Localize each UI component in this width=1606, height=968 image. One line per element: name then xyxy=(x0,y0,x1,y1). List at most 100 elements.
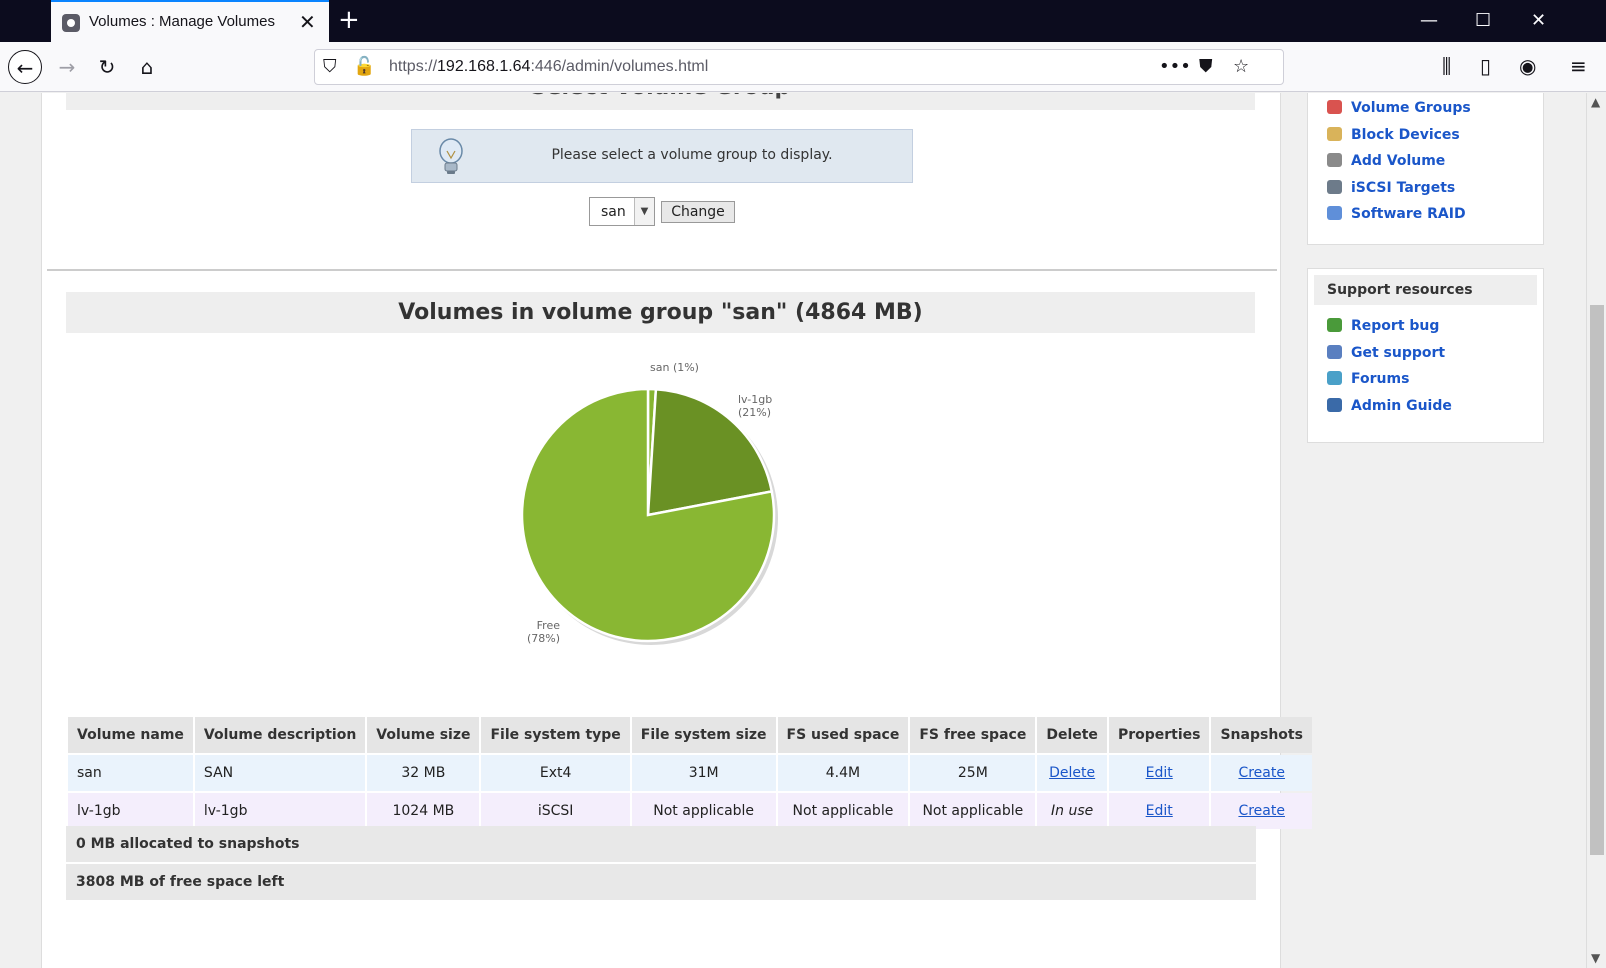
sidebar-item-block-devices[interactable]: Block Devices xyxy=(1327,127,1460,149)
sidebar-item-admin-guide[interactable]: Admin Guide xyxy=(1327,398,1452,420)
menu-icon[interactable]: ≡ xyxy=(1570,54,1587,78)
support-resources-box: Support resources Report bug Get support… xyxy=(1307,268,1544,443)
pocket-icon[interactable]: ⛊ xyxy=(1199,56,1213,77)
iscsi-targets-icon xyxy=(1327,180,1342,194)
delete-status: In use xyxy=(1037,793,1107,829)
column-header: Delete xyxy=(1037,717,1107,753)
tab-close-icon[interactable]: ✕ xyxy=(299,10,316,34)
delete-link[interactable]: Delete xyxy=(1049,765,1095,781)
table-row: lv-1gb lv-1gb 1024 MB iSCSI Not applicab… xyxy=(68,793,1312,829)
volumes-title: Volumes in volume group "san" (4864 MB) xyxy=(66,292,1255,333)
fs-used: Not applicable xyxy=(777,793,909,829)
volume-description: SAN xyxy=(194,755,366,791)
add-volume-icon xyxy=(1327,153,1342,167)
bug-icon xyxy=(1327,318,1342,332)
browser-tab[interactable]: Volumes : Manage Volumes ✕ xyxy=(51,0,329,42)
chevron-down-icon[interactable]: ▼ xyxy=(634,198,654,225)
column-header: FS used space xyxy=(777,717,909,753)
guide-icon xyxy=(1327,398,1342,412)
fs-free: Not applicable xyxy=(910,793,1036,829)
fs-type: iSCSI xyxy=(481,793,630,829)
account-icon[interactable]: ◉ xyxy=(1519,54,1536,78)
pie-label-free: Free (78%) xyxy=(527,619,560,645)
volumes-table: Volume name Volume description Volume si… xyxy=(66,715,1314,831)
snapshots-summary: 0 MB allocated to snapshots xyxy=(66,826,1256,862)
block-devices-icon xyxy=(1327,127,1342,141)
create-snapshot-link[interactable]: Create xyxy=(1238,803,1285,819)
url-text[interactable]: https://192.168.1.64:446/admin/volumes.h… xyxy=(389,58,708,76)
tab-title: Volumes : Manage Volumes xyxy=(89,13,275,30)
volume-size: 32 MB xyxy=(367,755,480,791)
main-panel: Select Volume Group Please select a volu… xyxy=(41,93,1312,968)
info-message: Please select a volume group to display. xyxy=(551,147,833,163)
reload-icon[interactable]: ↻ xyxy=(90,50,124,84)
create-snapshot-link[interactable]: Create xyxy=(1238,765,1285,781)
volume-name: san xyxy=(68,755,193,791)
fs-size: 31M xyxy=(631,755,776,791)
fs-free: 25M xyxy=(910,755,1036,791)
bookmark-star-icon[interactable]: ☆ xyxy=(1233,56,1249,77)
column-header: Snapshots xyxy=(1211,717,1312,753)
minimize-icon[interactable]: — xyxy=(1420,10,1438,31)
home-icon[interactable]: ⌂ xyxy=(130,50,164,84)
support-resources-title: Support resources xyxy=(1314,275,1537,305)
navigation-bar: ← → ↻ ⌂ ⛉ 🔓 https://192.168.1.64:446/adm… xyxy=(0,42,1606,92)
library-icon[interactable]: ⫼ xyxy=(1442,54,1451,78)
maximize-icon[interactable]: ☐ xyxy=(1475,10,1491,31)
shield-icon[interactable]: ⛉ xyxy=(323,56,337,77)
forums-icon xyxy=(1327,371,1342,385)
column-header: File system type xyxy=(481,717,630,753)
sidebar-item-iscsi-targets[interactable]: iSCSI Targets xyxy=(1327,180,1455,202)
volume-size: 1024 MB xyxy=(367,793,480,829)
page-scrollbar[interactable]: ▲ ▼ xyxy=(1586,93,1606,968)
page-content: Select Volume Group Please select a volu… xyxy=(0,93,1586,968)
new-tab-icon[interactable]: + xyxy=(338,5,360,35)
column-header: Properties xyxy=(1108,717,1210,753)
software-raid-icon xyxy=(1327,206,1342,220)
column-header: Volume size xyxy=(367,717,480,753)
column-header: FS free space xyxy=(910,717,1036,753)
properties-cell: Edit xyxy=(1108,793,1210,829)
column-header: Volume name xyxy=(68,717,193,753)
sidebar-item-software-raid[interactable]: Software RAID xyxy=(1327,206,1466,228)
fs-size: Not applicable xyxy=(631,793,776,829)
volumes-nav-box: Volume Groups Block Devices Add Volume i… xyxy=(1307,93,1544,245)
selected-group: san xyxy=(601,204,626,220)
edit-link[interactable]: Edit xyxy=(1146,803,1173,819)
scroll-up-icon[interactable]: ▲ xyxy=(1591,95,1600,109)
sidebar-item-get-support[interactable]: Get support xyxy=(1327,345,1445,367)
sidebar-toggle-icon[interactable]: ▯ xyxy=(1480,54,1491,78)
table-header-row: Volume name Volume description Volume si… xyxy=(68,717,1312,753)
sidebar-item-forums[interactable]: Forums xyxy=(1327,371,1409,393)
properties-cell: Edit xyxy=(1108,755,1210,791)
snapshots-cell: Create xyxy=(1211,793,1312,829)
edit-link[interactable]: Edit xyxy=(1146,765,1173,781)
window-close-icon[interactable]: ✕ xyxy=(1531,10,1546,31)
pie-label-san: san (1%) xyxy=(650,361,699,374)
change-button[interactable]: Change xyxy=(661,201,735,223)
support-icon xyxy=(1327,345,1342,359)
url-bar[interactable]: ⛉ 🔓 https://192.168.1.64:446/admin/volum… xyxy=(314,49,1284,85)
free-space-summary: 3808 MB of free space left xyxy=(66,864,1256,900)
delete-cell: Delete xyxy=(1037,755,1107,791)
more-actions-icon[interactable]: ••• xyxy=(1159,56,1191,77)
info-box: Please select a volume group to display. xyxy=(411,129,913,183)
snapshots-cell: Create xyxy=(1211,755,1312,791)
pie-label-lv-1gb: lv-1gb (21%) xyxy=(738,393,772,419)
volume-pie-chart: san (1%) lv-1gb (21%) Free (78%) xyxy=(520,361,778,645)
column-header: Volume description xyxy=(194,717,366,753)
sidebar-item-add-volume[interactable]: Add Volume xyxy=(1327,153,1445,175)
back-arrow-icon[interactable]: ← xyxy=(8,50,42,84)
sidebar-item-report-bug[interactable]: Report bug xyxy=(1327,318,1439,340)
scrollbar-thumb[interactable] xyxy=(1590,305,1604,855)
volume-name: lv-1gb xyxy=(68,793,193,829)
column-header: File system size xyxy=(631,717,776,753)
forward-arrow-icon[interactable]: → xyxy=(50,50,84,84)
scroll-down-icon[interactable]: ▼ xyxy=(1591,951,1600,965)
fs-type: Ext4 xyxy=(481,755,630,791)
volume-description: lv-1gb xyxy=(194,793,366,829)
table-row: san SAN 32 MB Ext4 31M 4.4M 25M Delete E… xyxy=(68,755,1312,791)
volume-group-select[interactable]: san ▼ xyxy=(589,197,655,226)
lock-warning-icon[interactable]: 🔓 xyxy=(353,56,375,77)
sidebar-item-volume-groups[interactable]: Volume Groups xyxy=(1327,100,1471,122)
